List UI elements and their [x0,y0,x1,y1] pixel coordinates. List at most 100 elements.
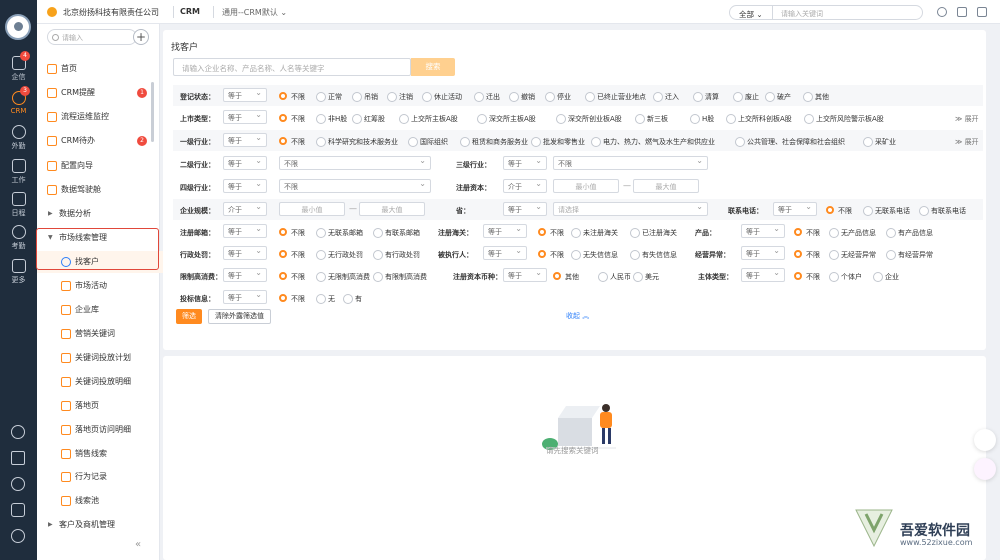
radio-option[interactable]: 不限 [279,294,305,304]
radio-option[interactable]: 不限 [538,250,564,260]
operator-select[interactable]: 等于 [223,179,267,193]
radio-option[interactable]: 已注册海关 [630,228,677,238]
radio-option[interactable]: 注销 [387,92,413,102]
operator-select[interactable]: 等于 [223,88,267,102]
settings-icon[interactable] [11,529,25,543]
assistant-icon[interactable] [974,458,996,480]
rail-item-work[interactable]: 工作 [0,159,37,185]
collapse-filters-link[interactable]: 收起 ︽ [566,311,589,321]
min-input[interactable]: 最小值 [553,179,619,193]
radio-option[interactable]: 有联系邮箱 [373,228,420,238]
radio-option[interactable]: 破产 [765,92,791,102]
customer-search-input[interactable]: 请输入企业名称、产品名称、人名等关键字 [173,58,411,76]
radio-option[interactable]: 企业 [873,272,899,282]
radio-option[interactable]: 上交所风险警示板A股 [804,114,884,124]
search-button[interactable]: 搜索 [411,58,455,76]
operator-select[interactable]: 等于 [503,202,547,216]
radio-option[interactable]: 停业 [545,92,571,102]
operator-select[interactable]: 等于 [223,110,267,124]
radio-option[interactable]: H股 [690,114,714,124]
operator-select[interactable]: 等于 [741,224,785,238]
radio-option[interactable]: 已终止营业地点 [585,92,646,102]
radio-option[interactable]: 有经营异常 [886,250,933,260]
radio-option[interactable]: 无行政处罚 [316,250,363,260]
radio-option[interactable]: 深交所创业板A股 [556,114,622,124]
operator-select[interactable]: 等于 [223,133,267,147]
operator-select[interactable]: 等于 [223,156,267,170]
radio-option[interactable]: 正常 [316,92,342,102]
radio-option[interactable]: 迁入 [653,92,679,102]
radio-option[interactable]: 不限 [826,206,852,216]
value-select[interactable]: 请选择 [553,202,708,216]
radio-option[interactable]: 国际组织 [408,137,448,147]
radio-option[interactable]: 有限制高消费 [373,272,427,282]
radio-option[interactable]: 吊销 [352,92,378,102]
radio-option[interactable]: 有产品信息 [886,228,933,238]
radio-option[interactable]: 不限 [279,137,305,147]
radio-option[interactable]: 科学研究和技术服务业 [316,137,398,147]
radio-option[interactable]: 无产品信息 [829,228,876,238]
radio-option[interactable]: 清算 [693,92,719,102]
radio-option[interactable]: 无 [316,294,335,304]
rail-item-waiqin[interactable]: 外勤 [0,125,37,151]
radio-option[interactable]: 人民币 [598,272,631,282]
value-select[interactable]: 不限 [279,179,431,193]
radio-option[interactable]: 采矿业 [863,137,896,147]
radio-option[interactable]: 上交所科创板A股 [726,114,792,124]
rail-item-more[interactable]: 更多 [0,259,37,285]
radio-option[interactable]: 深交所主板A股 [477,114,536,124]
value-select[interactable]: 不限 [553,156,708,170]
radio-option[interactable]: 有失信信息 [630,250,677,260]
radio-option[interactable]: 租赁和商务服务业 [460,137,528,147]
radio-option[interactable]: 不限 [279,250,305,260]
radio-option[interactable]: 不限 [538,228,564,238]
radio-option[interactable]: 无联系邮箱 [316,228,363,238]
radio-option[interactable]: 有联系电话 [919,206,966,216]
screen-icon[interactable] [977,7,987,17]
radio-option[interactable]: 其他 [803,92,829,102]
operator-select[interactable]: 等于 [741,246,785,260]
radio-option[interactable]: 撤销 [509,92,535,102]
operator-select[interactable]: 等于 [223,290,267,304]
max-input[interactable]: 最大值 [359,202,425,216]
radio-option[interactable]: 非H股 [316,114,347,124]
add-button[interactable]: + [133,29,149,45]
radio-option[interactable]: 无失信信息 [571,250,618,260]
radio-option[interactable]: 不限 [279,228,305,238]
radio-option[interactable]: 迁出 [474,92,500,102]
help-icon[interactable] [937,7,947,17]
radio-option[interactable]: 不限 [794,228,820,238]
radio-option[interactable]: 不限 [279,92,305,102]
radio-option[interactable]: 无经营异常 [829,250,876,260]
value-select[interactable]: 不限 [279,156,431,170]
operator-select[interactable]: 等于 [483,246,527,260]
radio-option[interactable]: 无联系电话 [863,206,910,216]
history-icon[interactable] [11,477,25,491]
operator-select[interactable]: 介于 [503,179,547,193]
radio-option[interactable]: 未注册海关 [571,228,618,238]
rail-item-qixin[interactable]: 企信 4 [0,51,37,82]
max-input[interactable]: 最大值 [633,179,699,193]
radio-option[interactable]: 有 [343,294,362,304]
global-search-input[interactable]: 请输入关键词 [773,5,923,20]
operator-select[interactable]: 等于 [503,268,547,282]
radio-option[interactable]: 不限 [794,250,820,260]
radio-option[interactable]: 公共管理、社会保障和社会组织 [735,137,845,147]
radio-option[interactable]: 不限 [279,114,305,124]
template-selector[interactable]: 通用--CRM默认 ⌄ [222,7,287,18]
expand-link[interactable]: ≫ 展开 [955,114,979,124]
operator-select[interactable]: 等于 [503,156,547,170]
radio-option[interactable]: 不限 [279,272,305,282]
operator-select[interactable]: 等于 [741,268,785,282]
operator-select[interactable]: 等于 [483,224,527,238]
radio-option[interactable]: 有行政处罚 [373,250,420,260]
radio-option[interactable]: 废止 [733,92,759,102]
rail-item-attendance[interactable]: 考勤 [0,225,37,251]
radio-option[interactable]: 美元 [633,272,659,282]
operator-select[interactable]: 介于 [223,202,267,216]
operator-select[interactable]: 等于 [223,246,267,260]
grid-icon[interactable] [957,7,967,17]
clear-filters-button[interactable]: 清除外露筛选值 [208,309,271,324]
operator-select[interactable]: 等于 [223,224,267,238]
contacts-icon[interactable] [11,503,25,517]
